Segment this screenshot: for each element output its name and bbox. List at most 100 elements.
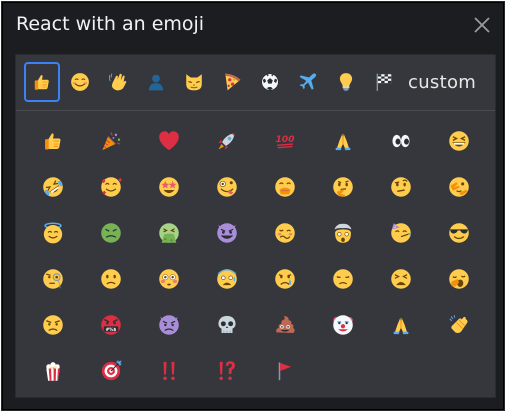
yawning-face-icon (448, 268, 470, 290)
emoji-folded-hands[interactable] (381, 305, 421, 345)
pile-of-poo-icon (274, 314, 296, 336)
emoji-popcorn[interactable] (33, 351, 73, 391)
exclamation-question-mark-icon (216, 360, 238, 382)
tab-food[interactable] (214, 62, 250, 102)
close-icon[interactable] (473, 16, 491, 34)
emoji-smiling-face-with-halo[interactable] (33, 213, 73, 253)
waving-hand-icon (108, 72, 128, 92)
party-popper-icon (100, 130, 122, 152)
emoji-thumbs-up[interactable] (33, 121, 73, 161)
emoji-folded-hands[interactable] (323, 121, 363, 161)
face-with-hand-over-mouth-icon (274, 176, 296, 198)
nauseated-face-icon (100, 222, 122, 244)
pizza-icon (222, 72, 242, 92)
tab-person[interactable] (138, 62, 174, 102)
emoji-rocket[interactable] (207, 121, 247, 161)
emoji-picker: custom 100 #%$ (15, 54, 496, 398)
weary-face-icon (390, 268, 412, 290)
emoji-face-with-hand-over-mouth[interactable] (265, 167, 305, 207)
emoji-yawning-face[interactable] (439, 259, 479, 299)
disappointed-face-icon (332, 268, 354, 290)
tab-people[interactable] (100, 62, 136, 102)
emoji-clown-face[interactable] (323, 305, 363, 345)
svg-text:#%$: #%$ (106, 327, 117, 333)
emoji-face-with-peeking-eye[interactable] (439, 167, 479, 207)
clapping-hands-icon (448, 314, 470, 336)
emoji-slightly-frowning-face[interactable] (91, 259, 131, 299)
face-with-peeking-eye-icon (448, 176, 470, 198)
emoji-face-with-raised-eyebrow[interactable] (381, 167, 421, 207)
emoji-double-exclamation-mark[interactable] (149, 351, 189, 391)
skull-icon (216, 314, 238, 336)
clown-face-icon (332, 314, 354, 336)
emoji-clapping-hands[interactable] (439, 305, 479, 345)
emoji-reaction-dialog: React with an emoji custom 100 #%$ (2, 2, 504, 410)
angry-face-with-horns-icon (158, 314, 180, 336)
face-vomiting-icon (158, 222, 180, 244)
checkered-flag-icon (374, 72, 394, 92)
emoji-face-vomiting[interactable] (149, 213, 189, 253)
person-silhouette-icon (146, 72, 166, 92)
emoji-woozy-face[interactable] (265, 213, 305, 253)
tab-thumbs-up[interactable] (24, 62, 60, 102)
tab-travel[interactable] (290, 62, 326, 102)
emoji-partying-face[interactable] (381, 213, 421, 253)
light-bulb-icon (336, 72, 356, 92)
emoji-rolling-on-floor-laughing[interactable] (33, 167, 73, 207)
emoji-direct-hit[interactable] (91, 351, 131, 391)
slightly-frowning-face-icon (100, 268, 122, 290)
emoji-party-popper[interactable] (91, 121, 131, 161)
tab-custom[interactable]: custom (408, 71, 476, 95)
woozy-face-icon (274, 222, 296, 244)
tab-smileys[interactable] (62, 62, 98, 102)
angry-face-icon (42, 314, 64, 336)
folded-hands-icon (390, 314, 412, 336)
emoji-thinking-face[interactable] (323, 167, 363, 207)
airplane-icon (298, 72, 318, 92)
grinning-squinting-face-icon (448, 130, 470, 152)
emoji-angry-face-with-horns[interactable] (149, 305, 189, 345)
emoji-pile-of-poo[interactable] (265, 305, 305, 345)
smiling-face-with-halo-icon (42, 222, 64, 244)
double-exclamation-mark-icon (158, 360, 180, 382)
emoji-grid: 100 #%$ (16, 112, 495, 392)
hundred-points-icon: 100 (274, 130, 296, 152)
emoji-exclamation-question-mark[interactable] (207, 351, 247, 391)
tab-animals[interactable] (176, 62, 212, 102)
thinking-face-icon (332, 176, 354, 198)
emoji-red-heart[interactable] (149, 121, 189, 161)
emoji-zany-face[interactable] (207, 167, 247, 207)
emoji-angry-face[interactable] (33, 305, 73, 345)
tab-objects[interactable] (328, 62, 364, 102)
face-with-raised-eyebrow-icon (390, 176, 412, 198)
emoji-anxious-face-with-sweat[interactable] (207, 259, 247, 299)
emoji-star-struck[interactable] (149, 167, 189, 207)
tab-flags[interactable] (366, 62, 402, 102)
emoji-weary-face[interactable] (381, 259, 421, 299)
popcorn-icon (42, 360, 64, 382)
rocket-icon (216, 130, 238, 152)
emoji-smiling-face-with-sunglasses[interactable] (439, 213, 479, 253)
emoji-nauseated-face[interactable] (91, 213, 131, 253)
partying-face-icon (390, 222, 412, 244)
thumbs-up-icon (32, 72, 52, 92)
emoji-disappointed-face[interactable] (323, 259, 363, 299)
emoji-eyes[interactable] (381, 121, 421, 161)
tab-activities[interactable] (252, 62, 288, 102)
emoji-crying-face[interactable] (265, 259, 305, 299)
emoji-triangular-flag[interactable] (265, 351, 305, 391)
emoji-hundred-points[interactable]: 100 (265, 121, 305, 161)
face-with-monocle-icon (42, 268, 64, 290)
star-struck-icon (158, 176, 180, 198)
emoji-grinning-squinting-face[interactable] (439, 121, 479, 161)
emoji-exploding-head[interactable] (323, 213, 363, 253)
emoji-smiling-face-with-horns[interactable] (207, 213, 247, 253)
emoji-skull[interactable] (207, 305, 247, 345)
emoji-face-with-symbols-on-mouth[interactable]: #%$ (91, 305, 131, 345)
flushed-face-icon (158, 268, 180, 290)
emoji-face-with-monocle[interactable] (33, 259, 73, 299)
emoji-smiling-face-with-hearts[interactable] (91, 167, 131, 207)
smiling-face-with-hearts-icon (100, 176, 122, 198)
zany-face-icon (216, 176, 238, 198)
emoji-flushed-face[interactable] (149, 259, 189, 299)
